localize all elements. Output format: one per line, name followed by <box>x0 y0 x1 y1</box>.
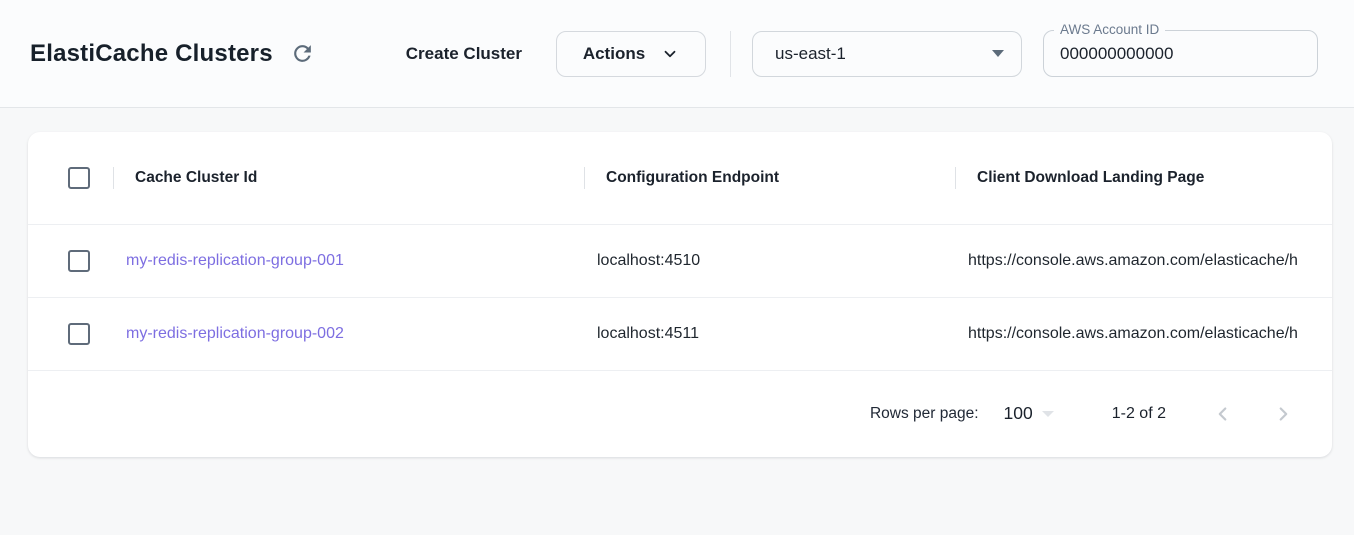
column-header-label: Cache Cluster Id <box>114 169 257 187</box>
header-cell-configuration-endpoint[interactable]: Configuration Endpoint <box>584 167 955 189</box>
chevron-down-icon <box>661 45 679 63</box>
landing-page-value: https://console.aws.amazon.com/elasticac… <box>955 252 1298 270</box>
rows-per-page-label: Rows per page: <box>870 405 979 423</box>
row-checkbox[interactable] <box>68 250 90 272</box>
header-cell-client-download-landing-page[interactable]: Client Download Landing Page <box>955 167 1332 189</box>
cell-configuration-endpoint: localhost:4511 <box>584 325 955 343</box>
rows-per-page-select[interactable]: 100 <box>1004 403 1054 424</box>
column-header-label: Configuration Endpoint <box>585 169 779 187</box>
table-header-row: Cache Cluster Id Configuration Endpoint … <box>28 132 1332 224</box>
caret-down-icon <box>1042 411 1054 417</box>
page-title: ElastiCache Clusters <box>30 40 273 68</box>
aws-account-id-field: AWS Account ID <box>1043 30 1318 77</box>
column-header-label: Client Download Landing Page <box>956 169 1204 187</box>
elasticache-clusters-page: ElastiCache Clusters Create Cluster Acti… <box>0 0 1354 457</box>
row-checkbox[interactable] <box>68 323 90 345</box>
region-select-value: us-east-1 <box>775 44 846 64</box>
caret-down-icon <box>992 50 1004 57</box>
cell-configuration-endpoint: localhost:4510 <box>584 252 955 270</box>
cell-client-download-landing-page: https://console.aws.amazon.com/elasticac… <box>955 252 1332 270</box>
chevron-right-icon <box>1272 403 1294 425</box>
landing-page-value: https://console.aws.amazon.com/elasticac… <box>955 325 1298 343</box>
create-cluster-button[interactable]: Create Cluster <box>396 36 532 72</box>
clusters-table-card: Cache Cluster Id Configuration Endpoint … <box>28 132 1332 457</box>
endpoint-value: localhost:4510 <box>584 252 700 270</box>
chevron-left-icon <box>1212 403 1234 425</box>
select-all-checkbox[interactable] <box>68 167 90 189</box>
rows-per-page-value: 100 <box>1004 403 1033 424</box>
actions-button-label: Actions <box>583 44 645 64</box>
next-page-button[interactable] <box>1270 401 1296 427</box>
previous-page-button[interactable] <box>1210 401 1236 427</box>
cell-client-download-landing-page: https://console.aws.amazon.com/elasticac… <box>955 325 1332 343</box>
cell-cache-cluster-id: my-redis-replication-group-001 <box>113 252 584 270</box>
table-row: my-redis-replication-group-002 localhost… <box>28 297 1332 370</box>
content-area: Cache Cluster Id Configuration Endpoint … <box>0 108 1354 457</box>
aws-account-id-input[interactable] <box>1060 44 1301 64</box>
header-checkbox-cell <box>28 167 113 189</box>
row-checkbox-cell <box>28 323 113 345</box>
region-select[interactable]: us-east-1 <box>752 31 1022 77</box>
table-row: my-redis-replication-group-001 localhost… <box>28 224 1332 297</box>
aws-account-id-label: AWS Account ID <box>1054 22 1165 37</box>
refresh-icon <box>290 41 315 66</box>
cell-cache-cluster-id: my-redis-replication-group-002 <box>113 325 584 343</box>
row-checkbox-cell <box>28 250 113 272</box>
refresh-button[interactable] <box>286 37 320 71</box>
endpoint-value: localhost:4511 <box>584 325 699 343</box>
toolbar-divider <box>730 31 731 77</box>
header-cell-cache-cluster-id[interactable]: Cache Cluster Id <box>113 167 584 189</box>
actions-button[interactable]: Actions <box>556 31 706 77</box>
cluster-link[interactable]: my-redis-replication-group-001 <box>113 252 344 270</box>
title-group: ElastiCache Clusters <box>30 37 320 71</box>
pagination-range-label: 1-2 of 2 <box>1112 405 1166 423</box>
cluster-link[interactable]: my-redis-replication-group-002 <box>113 325 344 343</box>
table-pagination: Rows per page: 100 1-2 of 2 <box>28 370 1332 456</box>
top-bar: ElastiCache Clusters Create Cluster Acti… <box>0 0 1354 108</box>
